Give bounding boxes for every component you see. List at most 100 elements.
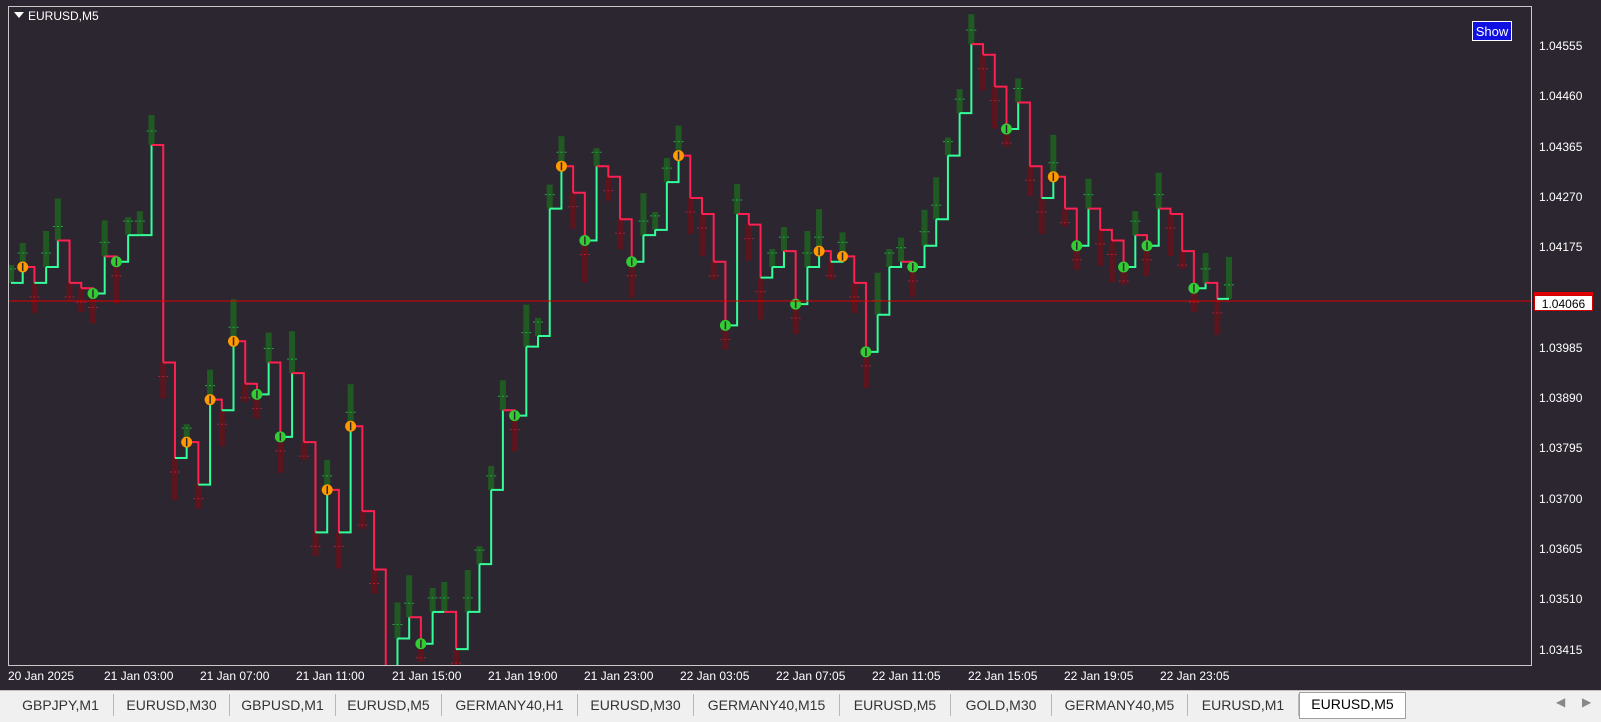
trend-band-bar — [300, 442, 307, 461]
trend-band-bar — [546, 184, 553, 209]
trend-band-bar — [663, 158, 670, 183]
trend-band-bar — [581, 240, 588, 283]
trend-band-bar — [242, 383, 249, 402]
sell-signal-icon — [673, 150, 685, 162]
tab-scroll-left-icon[interactable]: ◀ — [1556, 695, 1565, 709]
time-axis-label: 21 Jan 11:00 — [296, 669, 365, 683]
buy-signal-icon — [509, 410, 521, 422]
trend-band-bar — [535, 318, 542, 336]
trend-band-bar — [1214, 298, 1221, 335]
trend-band-bar — [640, 193, 647, 236]
chart-tab[interactable]: GERMANY40,H1 — [442, 694, 578, 716]
chart-tab[interactable]: GERMANY40,M5 — [1052, 694, 1188, 716]
sell-signal-icon — [345, 420, 357, 432]
tab-scroll-right-icon[interactable]: ▶ — [1582, 695, 1591, 709]
trend-band-bar — [312, 532, 319, 557]
trend-band-bar — [1155, 172, 1162, 209]
trend-band-bar — [230, 299, 237, 342]
trend-band-bar — [31, 282, 38, 313]
buy-signal-icon — [274, 431, 286, 443]
buy-signal-icon — [1141, 240, 1153, 252]
chart-window[interactable]: EURUSD,M5 Show 1.04555 1.04460 1.04365 1.04… — [0, 0, 1601, 690]
bear-line-segment — [327, 488, 340, 533]
bear-line-segment — [151, 143, 165, 363]
trend-band-bar — [441, 581, 448, 612]
bull-line-segment — [725, 213, 739, 327]
trend-band-bar — [734, 183, 741, 214]
chart-tab[interactable]: EURUSD,M5 — [336, 694, 442, 716]
buy-signal-icon — [251, 388, 263, 400]
bull-line-segment — [456, 611, 469, 651]
current-price-tag: 1.04066 — [1534, 295, 1593, 311]
trend-band-bar — [171, 458, 178, 501]
trend-band-bar — [1132, 211, 1139, 236]
chart-tab[interactable]: GOLD,M30 — [951, 694, 1052, 716]
trend-band-bar — [769, 249, 776, 268]
bear-line-segment — [783, 250, 797, 305]
chart-tab[interactable]: EURUSD,M30 — [578, 694, 694, 716]
sell-signal-icon — [321, 484, 333, 496]
trend-band-bar — [570, 192, 577, 229]
sell-signal-icon — [181, 436, 193, 448]
buy-signal-icon — [1000, 123, 1012, 135]
symbol-label[interactable]: EURUSD,M5 — [14, 9, 99, 23]
chart-plot-area[interactable] — [8, 6, 1532, 666]
trend-band-bar — [816, 209, 823, 252]
trend-band-bar — [406, 575, 413, 618]
trend-band-bar — [710, 261, 717, 280]
bull-line-segment — [1147, 208, 1160, 247]
time-axis-label: 22 Jan 07:05 — [776, 669, 846, 683]
chart-tab[interactable]: EURUSD,M5 — [840, 694, 951, 716]
trend-band-bar — [101, 220, 108, 257]
bull-line-segment — [280, 373, 294, 438]
bear-line-segment — [292, 372, 305, 443]
buy-signal-icon — [1118, 261, 1130, 273]
bear-line-segment — [1205, 281, 1219, 299]
price-axis-label: 1.03890 — [1539, 391, 1583, 406]
bull-line-segment — [538, 208, 551, 337]
chart-tab[interactable]: EURUSD,M30 — [114, 694, 230, 716]
trend-band-bar — [944, 137, 951, 156]
trend-band-bar — [617, 219, 623, 250]
trend-band-bar — [289, 331, 296, 374]
sell-signal-icon — [837, 250, 849, 262]
trend-band-bar — [991, 86, 998, 129]
trend-band-bar — [1062, 208, 1069, 227]
trend-band-bar — [54, 198, 61, 241]
sell-signal-icon — [1047, 171, 1059, 183]
trend-band-bar — [113, 261, 120, 304]
price-axis-label: 1.04365 — [1539, 139, 1583, 154]
bear-line-segment — [1088, 207, 1102, 230]
chart-tab[interactable]: EURUSD,M5 — [1299, 692, 1406, 719]
bull-line-segment — [514, 346, 528, 417]
bear-line-segment — [233, 340, 247, 384]
chart-tab[interactable]: GBPJPY,M1 — [8, 694, 114, 716]
chart-tab[interactable]: GERMANY40,M15 — [694, 694, 840, 716]
trend-band-bar — [1097, 229, 1104, 266]
price-axis-label: 1.03700 — [1539, 491, 1583, 506]
show-button[interactable]: Show — [1472, 21, 1512, 41]
trend-band-bar — [933, 177, 940, 220]
trend-band-bar — [1085, 178, 1092, 209]
trend-band-bar — [898, 237, 905, 262]
chart-tab[interactable]: EURUSD,M1 — [1188, 694, 1299, 716]
trend-band-bar — [464, 569, 471, 612]
trend-band-bar — [1050, 134, 1057, 177]
trend-band-bar — [874, 272, 881, 315]
trend-band-bar — [1015, 78, 1022, 103]
symbol-text: EURUSD,M5 — [28, 9, 99, 23]
bull-line-segment — [865, 314, 879, 353]
trend-band-bar — [780, 227, 787, 252]
dropdown-triangle-icon[interactable] — [14, 12, 24, 18]
bear-line-segment — [737, 212, 750, 225]
trend-band-bar — [687, 198, 694, 235]
bear-line-segment — [596, 165, 610, 177]
trend-band-bar — [804, 231, 811, 268]
buy-signal-icon — [1188, 282, 1200, 294]
time-axis-label: 22 Jan 03:05 — [680, 669, 750, 683]
bull-line-segment — [34, 267, 48, 284]
price-axis-label: 1.03985 — [1539, 340, 1583, 355]
buy-signal-icon — [110, 256, 122, 268]
trend-band-bar — [652, 211, 659, 230]
chart-tab[interactable]: GBPUSD,M1 — [230, 694, 336, 716]
